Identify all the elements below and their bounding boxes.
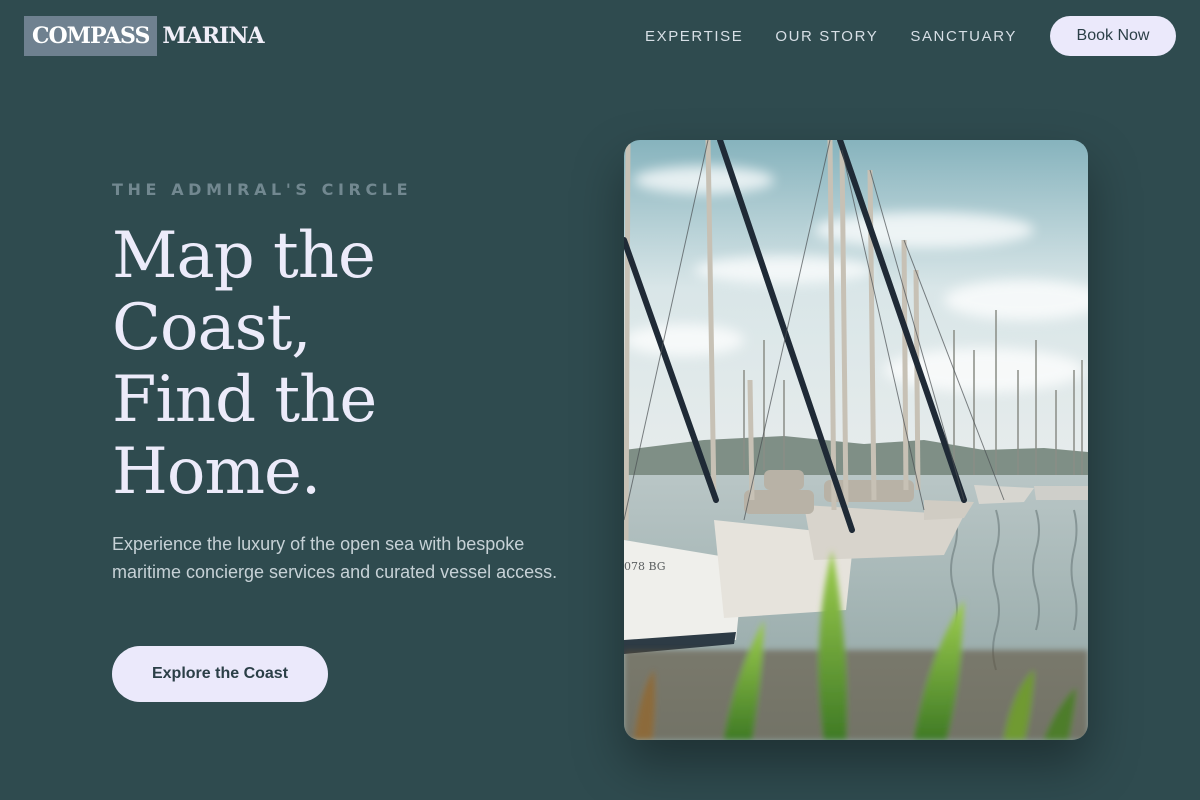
book-now-button[interactable]: Book Now <box>1050 16 1176 56</box>
hull-lettering: 078 BG <box>624 560 666 573</box>
nav-link-expertise[interactable]: EXPERTISE <box>645 28 743 45</box>
marina-photo-illustration: 078 BG <box>624 140 1088 740</box>
hero-headline: Map the Coast, Find the Home. <box>112 220 532 508</box>
logo-word-compass: COMPASS <box>32 23 150 49</box>
main-nav: EXPERTISE OUR STORY SANCTUARY <box>645 24 1017 48</box>
logo-word-marina: MARINA <box>162 23 264 49</box>
brand-logo[interactable]: COMPASS MARINA <box>24 16 265 56</box>
headline-line: Find the <box>112 363 377 437</box>
headline-line: Coast, <box>112 291 312 365</box>
hero-kicker: THE ADMIRAL'S CIRCLE <box>112 180 413 199</box>
hero-description: Experience the luxury of the open sea wi… <box>112 534 558 582</box>
headline-line: Home. <box>112 435 321 509</box>
marina-photo: 078 BG <box>624 140 1088 740</box>
headline-line: Map the <box>112 219 376 293</box>
explore-coast-button[interactable]: Explore the Coast <box>112 646 328 702</box>
nav-link-our-story[interactable]: OUR STORY <box>775 28 878 45</box>
logo-highlight-box: COMPASS <box>24 16 158 56</box>
nav-link-sanctuary[interactable]: SANCTUARY <box>910 28 1017 45</box>
